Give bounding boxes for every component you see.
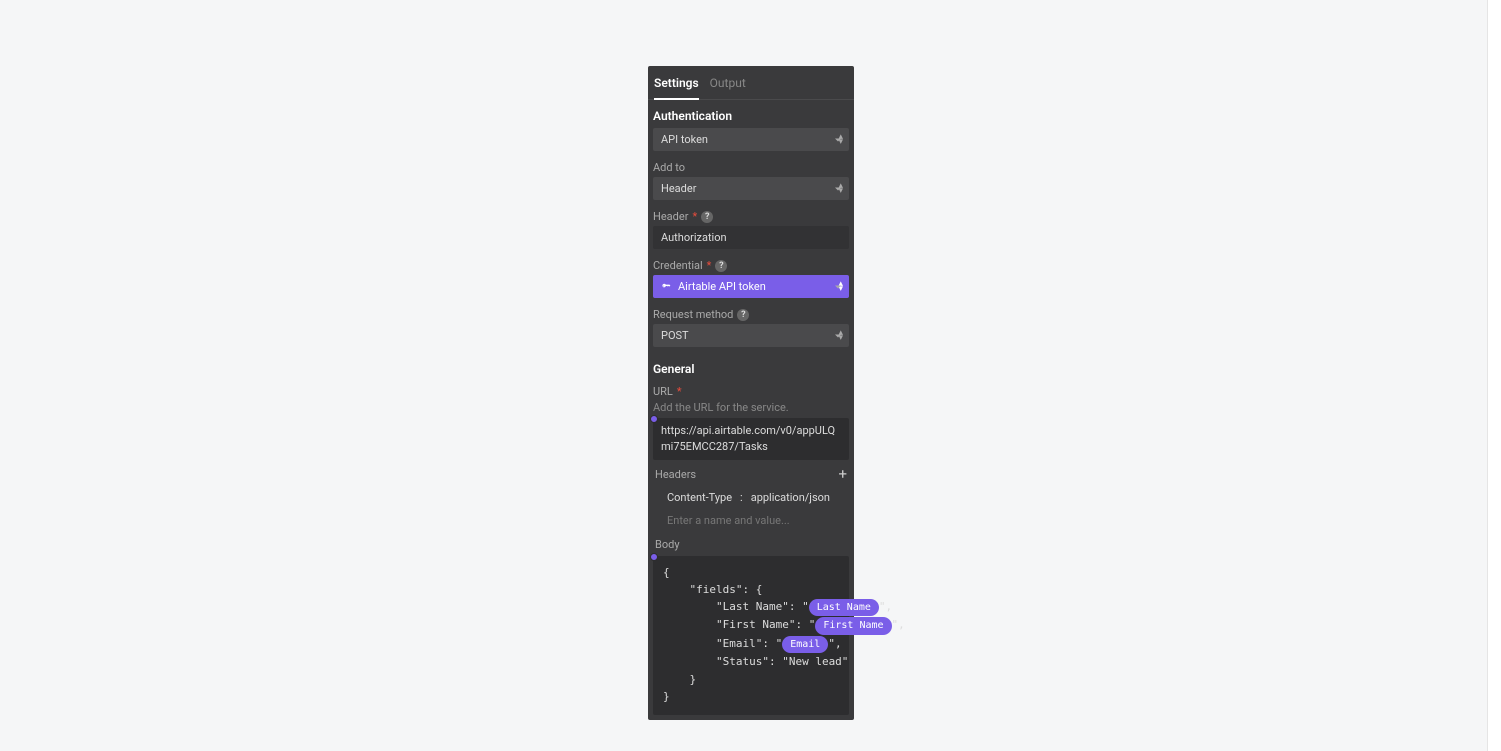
auth-type-value: API token <box>661 133 708 146</box>
help-icon[interactable]: ? <box>737 309 749 321</box>
general-section: General URL * Add the URL for the servic… <box>648 353 854 715</box>
variable-chip-lastname[interactable]: Last Name <box>809 599 879 617</box>
tab-settings[interactable]: Settings <box>654 76 699 100</box>
headers-bar: Headers + <box>653 463 849 486</box>
required-mark: * <box>707 259 712 272</box>
addto-select[interactable]: Header ▴▾ <box>653 177 849 200</box>
general-title: General <box>653 358 849 381</box>
updown-icon: ▴▾ <box>838 135 843 145</box>
header-placeholder-input[interactable]: Enter a name and value... <box>653 509 849 532</box>
settings-panel: Settings Output Authentication API token… <box>648 66 854 720</box>
auth-section: Authentication API token ▴▾ Add to Heade… <box>648 100 854 347</box>
header-value: application/json <box>751 491 830 504</box>
page-scrollbar[interactable] <box>1487 0 1501 751</box>
body-label: Body <box>653 532 849 556</box>
auth-type-select[interactable]: API token ▴▾ <box>653 128 849 151</box>
variable-marker-icon <box>650 415 658 423</box>
credential-label: Credential * ? <box>653 255 849 275</box>
tab-bar: Settings Output <box>648 66 854 100</box>
addto-value: Header <box>661 182 696 195</box>
updown-icon: ▴▾ <box>838 184 843 194</box>
addto-label: Add to <box>653 157 849 177</box>
updown-icon: ▴▾ <box>838 282 843 292</box>
required-mark: * <box>692 210 697 223</box>
method-label: Request method ? <box>653 304 849 324</box>
add-header-button[interactable]: + <box>838 467 847 482</box>
header-name: Content-Type <box>667 491 732 504</box>
variable-marker-icon <box>650 553 658 561</box>
header-separator: : <box>740 491 743 504</box>
url-input[interactable]: https://api.airtable.com/v0/appULQmi75EM… <box>653 418 849 460</box>
body-editor[interactable]: { "fields": { "Last Name": "Last Name", … <box>653 556 849 715</box>
header-row[interactable]: Content-Type : application/json <box>653 486 849 509</box>
variable-chip-firstname[interactable]: First Name <box>815 617 891 635</box>
method-select[interactable]: POST ▴▾ <box>653 324 849 347</box>
required-mark: * <box>677 385 682 398</box>
headers-label: Headers <box>655 468 696 481</box>
help-icon[interactable]: ? <box>701 211 713 223</box>
credential-select[interactable]: Airtable API token ▴▾ <box>653 275 849 298</box>
variable-chip-email[interactable]: Email <box>782 636 828 654</box>
method-value: POST <box>661 329 689 342</box>
header-input[interactable]: Authorization <box>653 226 849 249</box>
url-label: URL * <box>653 381 849 401</box>
key-icon <box>661 281 672 292</box>
help-icon[interactable]: ? <box>715 260 727 272</box>
tab-output[interactable]: Output <box>710 76 746 99</box>
updown-icon: ▴▾ <box>838 331 843 341</box>
header-label: Header * ? <box>653 206 849 226</box>
url-hint: Add the URL for the service. <box>653 401 849 418</box>
credential-value: Airtable API token <box>678 280 766 293</box>
auth-title: Authentication <box>653 105 849 128</box>
